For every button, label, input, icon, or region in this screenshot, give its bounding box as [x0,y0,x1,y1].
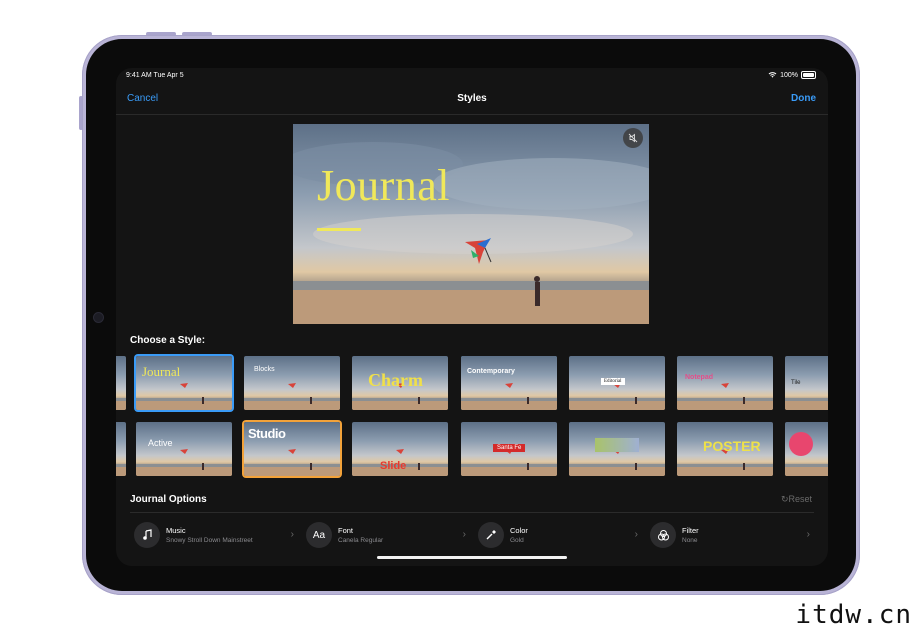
option-music[interactable]: Music Snowy Stroll Down Mainstreet › [134,522,294,550]
tile-thumbnail-image [116,356,126,410]
page-title: Styles [457,93,487,104]
option-font[interactable]: Aa Font Canela Regular › [306,522,466,550]
style-row-1: Journal Blocks Charm Contemporary Editorial N… [116,355,828,411]
option-filter[interactable]: Filter None › [650,522,810,550]
style-tile-label: Santa Fe [493,444,526,452]
eyedropper-icon [478,522,504,548]
tile-thumbnail-image [116,422,126,476]
style-tile-label: POSTER [703,438,761,454]
speaker-muted-icon [628,133,638,143]
chevron-right-icon: › [634,529,638,540]
screen: 9:41 AM Tue Apr 5 100% Cancel Styles Don… [116,68,828,566]
option-name: Font [338,526,354,535]
style-tile-journal[interactable]: Journal [136,356,232,410]
style-tile-gradient[interactable] [569,422,665,476]
style-tile-label: Contemporary [467,368,515,375]
option-color[interactable]: Color Gold › [478,522,638,550]
option-name: Music [166,526,186,535]
tile-thumbnail-image [461,356,557,410]
style-tile-label: Editorial [601,378,625,385]
preview-title-text: Journal [317,161,451,210]
nav-bar: Cancel Styles Done [116,84,828,115]
style-tile-partial[interactable] [116,356,126,410]
options-divider [130,512,814,513]
style-tile-label: Active [148,438,173,448]
style-tile-label: Tile [791,380,801,386]
style-tile-label: Blocks [254,366,275,373]
style-tile-santa-fe[interactable]: Santa Fe [461,422,557,476]
style-row-2: Active Studio Slide Santa Fe POSTER [116,421,828,477]
style-tile-slide[interactable]: Slide [352,422,448,476]
beach-scene-image [293,124,649,324]
tile-thumbnail-image [244,356,340,410]
tile-thumbnail-image [677,356,773,410]
option-value: Canela Regular [338,537,384,544]
home-indicator[interactable] [377,556,567,559]
filter-icon [650,522,676,548]
battery-icon [801,71,816,79]
tile-overlay [789,432,813,456]
chevron-right-icon: › [462,529,466,540]
style-tile-label: Charm [368,370,423,390]
video-preview[interactable]: Journal [293,124,649,324]
battery-percent: 100% [780,71,798,79]
style-tile-active[interactable]: Active [136,422,232,476]
choose-style-heading: Choose a Style: [130,335,206,346]
style-tile-poster[interactable]: POSTER [677,422,773,476]
style-tile-charm[interactable]: Charm [352,356,448,410]
status-right: 100% [768,71,816,79]
style-tile-label: Journal [142,364,181,379]
status-time: 9:41 AM Tue Apr 5 [126,72,184,79]
journal-options-heading: Journal Options [130,494,207,505]
style-tile-blocks[interactable]: Blocks [244,356,340,410]
style-tile-label: Slide [380,460,407,472]
style-tile-contemporary[interactable]: Contemporary [461,356,557,410]
mute-button[interactable] [623,128,643,148]
option-value: None [682,537,698,544]
style-tile-label: Notepad [685,374,713,381]
status-bar: 9:41 AM Tue Apr 5 100% [116,68,828,84]
style-tile-notepad[interactable]: Notepad [677,356,773,410]
option-value: Snowy Stroll Down Mainstreet [166,537,253,544]
reset-button[interactable]: ↻Reset [781,494,812,505]
style-tile-editorial[interactable]: Editorial [569,356,665,410]
option-name: Filter [682,526,699,535]
tile-thumbnail-image [136,422,232,476]
option-name: Color [510,526,528,535]
wifi-icon [768,72,777,78]
style-tile-tile[interactable]: Tile [785,356,828,410]
done-button[interactable]: Done [791,93,816,104]
preview-title-underline [317,228,361,231]
chevron-right-icon: › [806,529,810,540]
font-aa-icon: Aa [306,522,332,548]
style-tile-studio[interactable]: Studio [244,422,340,476]
option-value: Gold [510,537,524,544]
chevron-right-icon: › [290,529,294,540]
music-note-icon [134,522,160,548]
style-tile-label: Studio [248,426,286,441]
front-camera [93,312,104,323]
reset-label: Reset [788,494,812,504]
tile-overlay [595,438,639,452]
watermark: itdw.cn [795,600,912,630]
style-tile-dots[interactable] [785,422,828,476]
style-tile-partial[interactable] [116,422,126,476]
